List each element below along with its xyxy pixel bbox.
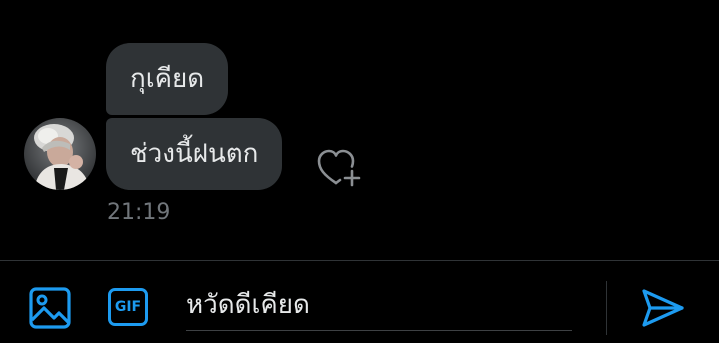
avatar[interactable] xyxy=(24,118,96,190)
gif-label: GIF xyxy=(114,299,142,315)
avatar-image xyxy=(24,118,96,190)
send-button[interactable] xyxy=(640,287,686,329)
add-media-button[interactable] xyxy=(28,286,72,330)
message-timestamp: 21:19 xyxy=(107,200,171,225)
send-icon xyxy=(642,289,684,327)
message-thread: กุเคียด ช่วงนี้ฝนตก 21:19 xyxy=(0,0,719,260)
image-icon xyxy=(29,287,71,329)
heart-plus-icon xyxy=(317,149,361,187)
add-gif-button[interactable]: GIF xyxy=(106,286,154,330)
message-bubble[interactable]: ช่วงนี้ฝนตก xyxy=(106,118,283,190)
add-reaction-button[interactable] xyxy=(316,147,364,189)
gif-icon: GIF xyxy=(108,288,148,326)
message-text: ช่วงนี้ฝนตก xyxy=(130,139,259,169)
message-input[interactable] xyxy=(186,279,572,331)
message-text: กุเคียด xyxy=(130,64,205,94)
message-composer: GIF xyxy=(0,261,719,343)
message-bubble[interactable]: กุเคียด xyxy=(106,43,229,115)
composer-separator xyxy=(606,281,607,335)
